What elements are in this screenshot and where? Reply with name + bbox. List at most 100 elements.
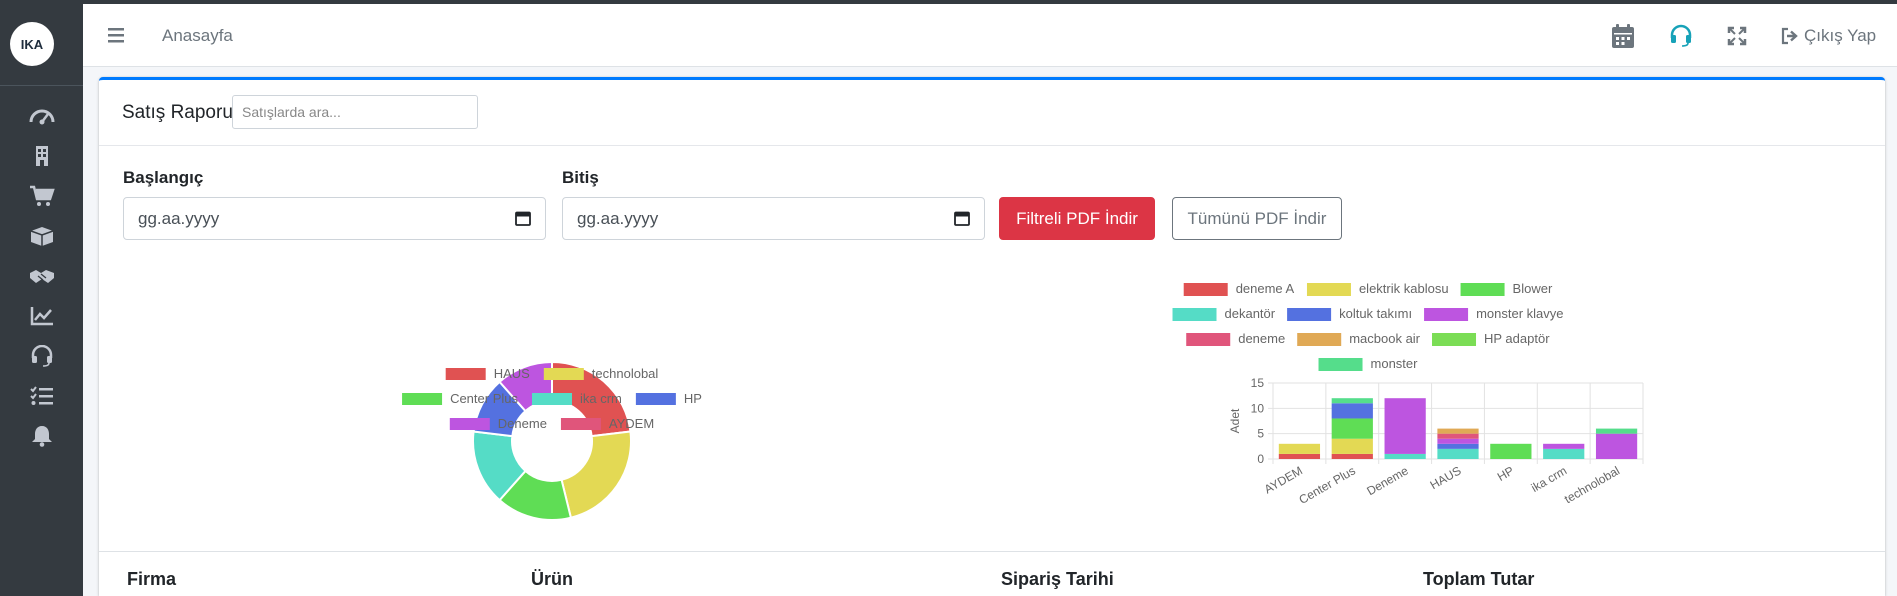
calendar-button[interactable] [1611, 22, 1635, 50]
fullscreen-button[interactable] [1727, 22, 1747, 50]
bar-segment-aydem-elektrik-kablosu[interactable] [1278, 443, 1321, 454]
legend-label-deneme[interactable]: Deneme [498, 416, 547, 431]
handshake-icon [30, 270, 54, 283]
bar-legend-label-dekant-r[interactable]: dekantör [1225, 306, 1276, 321]
sidebar-item-products[interactable] [0, 216, 83, 256]
col-header-toplam-tutar: Toplam Tutar [1423, 569, 1535, 589]
bar-segment-haus-deneme[interactable] [1437, 433, 1479, 439]
sidebar-item-dashboard[interactable] [0, 96, 83, 136]
bar-legend-label-monster-klavye[interactable]: monster klavye [1476, 306, 1563, 321]
bar-segment-haus-macbook-air[interactable] [1437, 428, 1479, 434]
tasks-icon [30, 386, 53, 405]
legend-label-ika-crm[interactable]: ika crm [580, 391, 622, 406]
legend-swatch-center-plus [402, 393, 443, 405]
logout-button[interactable]: Çıkış Yap [1780, 22, 1876, 50]
legend-label-technolobal[interactable]: technolobal [592, 366, 659, 381]
legend-swatch-ika-crm [531, 393, 572, 405]
bar-legend-label-deneme-a[interactable]: deneme A [1236, 281, 1295, 296]
bar-segment-deneme-monster-klavye[interactable] [1384, 398, 1426, 454]
bar-legend-label-deneme[interactable]: deneme [1238, 331, 1285, 346]
legend-label-haus[interactable]: HAUS [494, 366, 530, 381]
bar-segment-center-plus-monster[interactable] [1331, 398, 1373, 404]
bar-legend-swatch-dekant-r [1172, 308, 1217, 321]
bar-segment-ika-crm-monster-klavye[interactable] [1543, 443, 1585, 449]
bar-legend-label-blower[interactable]: Blower [1513, 281, 1553, 296]
legend-label-aydem[interactable]: AYDEM [609, 416, 654, 431]
shopping-cart-icon [30, 185, 55, 206]
bar-segment-technolobal-monster[interactable] [1595, 428, 1638, 434]
calendar-icon[interactable] [954, 210, 970, 226]
expand-icon [1727, 26, 1747, 46]
chart-line-icon [30, 307, 53, 326]
sales-report-card: Satış Raporu Başlangıç Bitiş gg.aa.yyyy … [99, 77, 1885, 596]
bar-legend-label-elektrik-kablosu[interactable]: elektrik kablosu [1359, 281, 1449, 296]
col-header-siparis-tarihi: Sipariş Tarihi [1001, 569, 1114, 589]
headset-icon [31, 345, 53, 367]
nav-home-link[interactable]: Anasayfa [162, 26, 233, 46]
x-tick-label-deneme: Deneme [1364, 463, 1411, 498]
end-date-value: gg.aa.yyyy [577, 208, 659, 228]
bar-segment-center-plus-koltuk-tak-m[interactable] [1331, 403, 1373, 419]
x-tick-label-hp: HP [1495, 463, 1516, 483]
end-date-label: Bitiş [562, 168, 599, 187]
bar-legend-swatch-monster [1318, 358, 1363, 371]
x-tick-label-center-plus: Center Plus [1296, 463, 1357, 506]
calendar-icon[interactable] [515, 210, 531, 226]
y-axis-label: Adet [1228, 408, 1242, 433]
all-pdf-button[interactable]: Tümünü PDF İndir [1172, 197, 1342, 240]
bar-legend: deneme A elektrik kablosu Blower dekantör ko… [1172, 281, 1563, 371]
start-date-input[interactable]: gg.aa.yyyy [123, 197, 546, 240]
sales-search-input[interactable] [232, 95, 478, 129]
sidebar-item-companies[interactable] [0, 136, 83, 176]
legend-swatch-deneme [449, 418, 490, 430]
col-header-firma: Firma [127, 569, 177, 589]
sidebar-item-support[interactable] [0, 336, 83, 376]
bar-segment-technolobal-monster-klavye[interactable] [1595, 433, 1638, 459]
x-tick-label-haus: HAUS [1428, 463, 1464, 492]
logout-label: Çıkış Yap [1804, 26, 1877, 45]
start-date-value: gg.aa.yyyy [138, 208, 220, 228]
legend-swatch-aydem [560, 418, 601, 430]
legend-swatch-hp [635, 393, 676, 405]
legend-swatch-technolobal [543, 368, 584, 380]
bar-legend-label-koltuk-tak-m[interactable]: koltuk takımı [1339, 306, 1412, 321]
bar-segment-ika-crm-dekant-r[interactable] [1543, 448, 1585, 459]
brand-logo[interactable]: IKA [10, 22, 54, 66]
bar-segment-center-plus-elektrik-kablosu[interactable] [1331, 438, 1373, 454]
col-header-urun: Ürün [531, 569, 573, 589]
doughnut-slice-technolobal[interactable] [560, 430, 632, 519]
bar-legend-swatch-deneme [1186, 333, 1231, 346]
bar-segment-center-plus-blower[interactable] [1331, 418, 1373, 439]
menu-toggle-icon[interactable] [107, 26, 127, 44]
sidebar-item-notifications[interactable] [0, 416, 83, 456]
end-date-input[interactable]: gg.aa.yyyy [562, 197, 985, 240]
bar-segment-aydem-deneme-a[interactable] [1278, 453, 1321, 459]
filtered-pdf-button[interactable]: Filtreli PDF İndir [999, 197, 1155, 240]
bar-segment-haus-koltuk-tak-m[interactable] [1437, 443, 1479, 449]
bar-legend-label-monster[interactable]: monster [1371, 356, 1419, 371]
legend-label-center-plus[interactable]: Center Plus [450, 391, 518, 406]
sidebar-item-deals[interactable] [0, 256, 83, 296]
start-date-label: Başlangıç [123, 168, 204, 187]
bar-segment-deneme-dekant-r[interactable] [1384, 453, 1426, 459]
x-tick-label-technolobal: technolobal [1562, 463, 1622, 506]
y-tick-label: 10 [1251, 401, 1265, 415]
legend-swatch-haus [445, 368, 486, 380]
bar-legend-swatch-blower [1460, 283, 1505, 296]
bar-legend-label-hp-adapt-r[interactable]: HP adaptör [1484, 331, 1550, 346]
bar-segment-haus-monster-klavye[interactable] [1437, 438, 1479, 444]
sidebar-item-reports[interactable] [0, 296, 83, 336]
bar-segment-haus-dekant-r[interactable] [1437, 448, 1479, 459]
sign-out-icon [1781, 27, 1798, 45]
y-tick-label: 15 [1251, 376, 1265, 390]
charts-area: HAUS technolobal Center Plus ika crm HP Denem… [402, 281, 1644, 521]
bar-segment-center-plus-deneme-a[interactable] [1331, 453, 1373, 459]
page-title: Satış Raporu [122, 102, 233, 123]
bar-legend-label-macbook-air[interactable]: macbook air [1349, 331, 1420, 346]
bar-segment-hp-blower[interactable] [1490, 443, 1532, 459]
sidebar-item-orders[interactable] [0, 176, 83, 216]
sidebar-item-tasks[interactable] [0, 376, 83, 416]
legend-label-hp[interactable]: HP [684, 391, 702, 406]
support-button[interactable] [1669, 22, 1693, 50]
headset-icon [1670, 24, 1692, 47]
